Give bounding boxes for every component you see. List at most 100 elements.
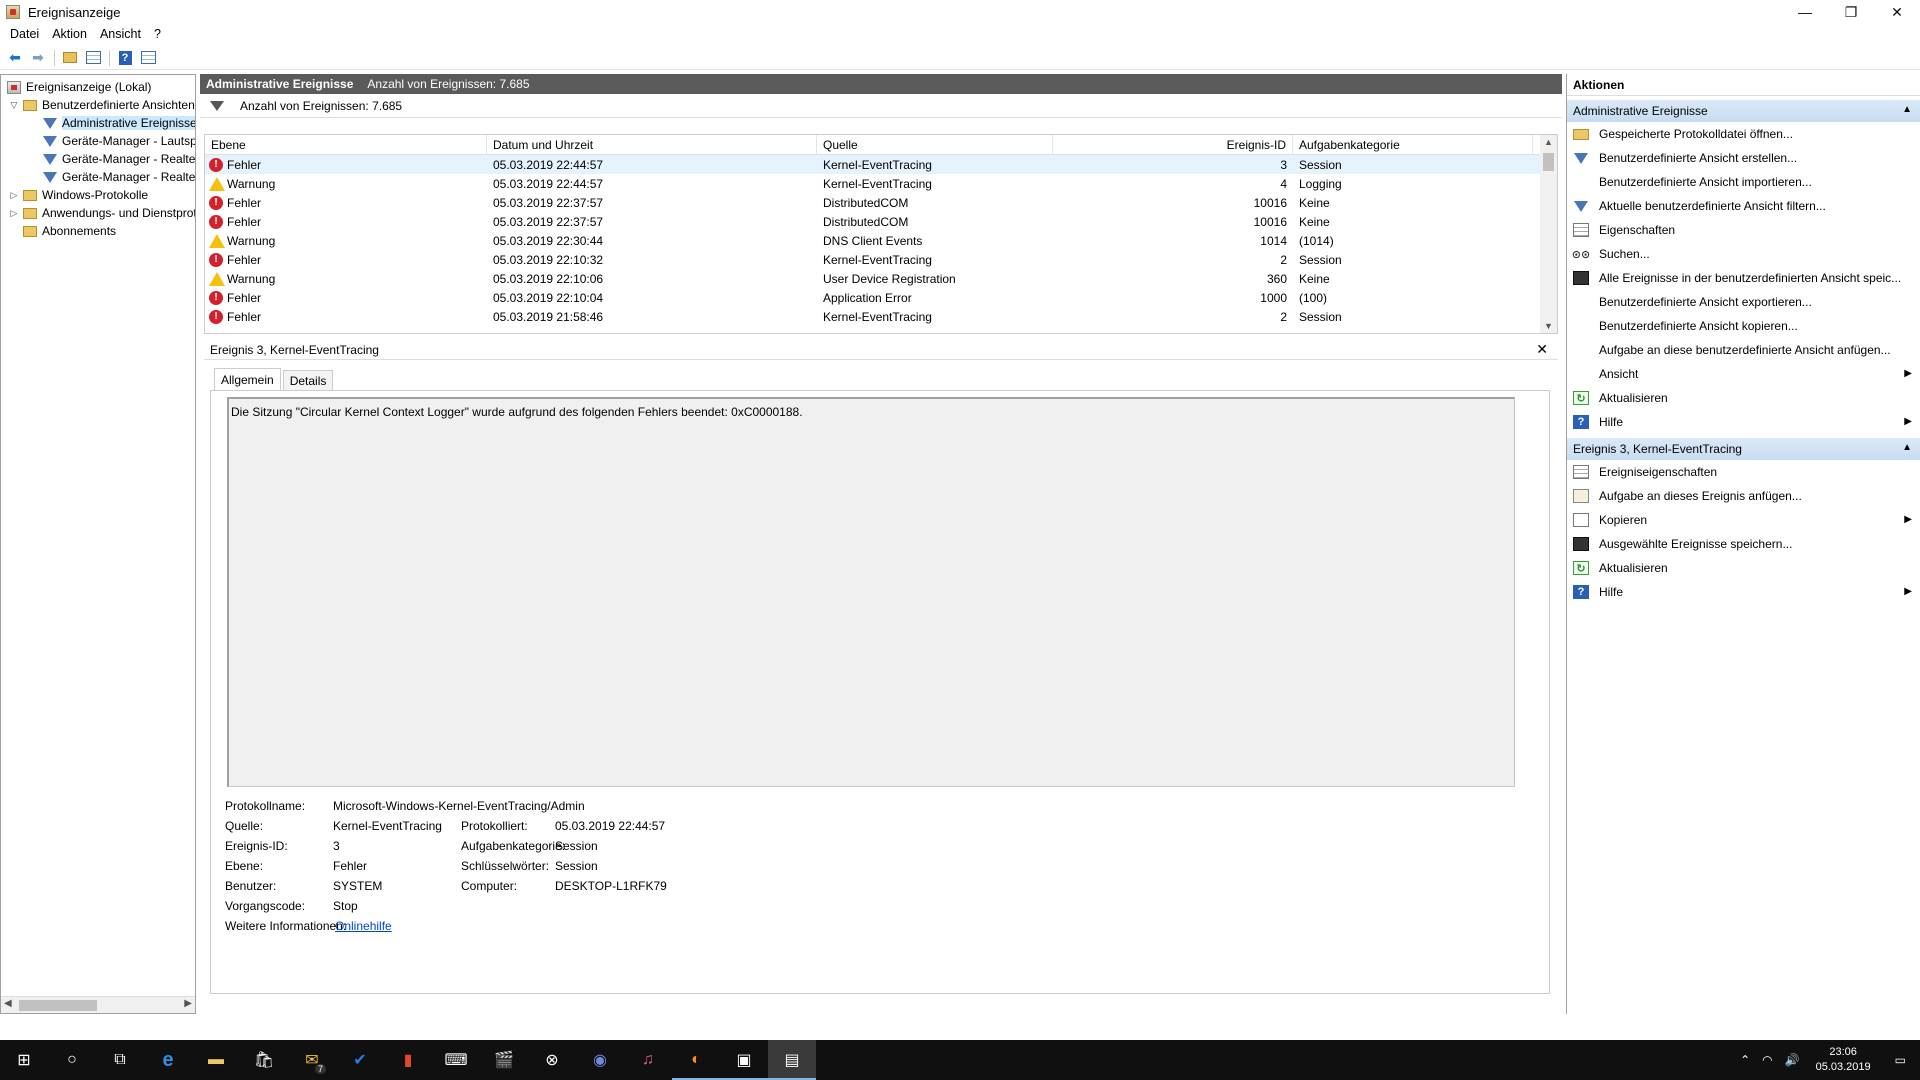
tree-item-subscriptions[interactable]: Abonnements [23, 222, 116, 240]
menu-help[interactable]: ? [148, 27, 168, 41]
task-view-icon[interactable]: ⧉ [96, 1040, 144, 1080]
table-row[interactable]: Warnung 05.03.2019 22:44:57 Kernel-EventTr… [205, 174, 1557, 193]
scroll-right-icon[interactable]: ▶ [184, 998, 192, 1009]
tree-item-device-manager-2[interactable]: Geräte-Manager - Realtek [43, 150, 195, 168]
close-icon[interactable]: ✕ [1536, 341, 1548, 358]
table-row[interactable]: ! Fehler 05.03.2019 22:44:57 Kernel-EventTr… [205, 155, 1557, 174]
tree-item-custom-views[interactable]: ▽ Benutzerdefinierte Ansichten [9, 96, 195, 114]
clock-time: 23:06 [1829, 1046, 1857, 1058]
clock[interactable]: 23:06 05.03.2019 [1806, 1045, 1881, 1075]
actions-section-view[interactable]: Administrative Ereignisse ▲ [1567, 100, 1920, 122]
notification-center-icon[interactable]: ▭ [1881, 1053, 1920, 1067]
mail-icon[interactable]: ✉ 7 [288, 1040, 336, 1080]
forward-arrow-icon[interactable]: ➡ [27, 48, 49, 68]
office-icon[interactable]: ▮ [384, 1040, 432, 1080]
events-vertical-scrollbar[interactable]: ▲ ▼ [1540, 135, 1557, 333]
scroll-down-icon[interactable]: ▼ [1544, 321, 1553, 331]
action-item[interactable]: Gespeicherte Protokolldatei öffnen... [1567, 122, 1920, 146]
windows-start-icon[interactable]: ⊞ [0, 1040, 48, 1080]
tree-item-windows-logs[interactable]: ▷ Windows-Protokolle [9, 186, 149, 204]
scroll-up-icon[interactable]: ▲ [1544, 137, 1553, 147]
folder-up-icon [63, 52, 77, 63]
table-row[interactable]: ! Fehler 05.03.2019 22:37:57 DistributedCOM… [205, 193, 1557, 212]
action-item[interactable]: Ausgewählte Ereignisse speichern... [1567, 532, 1920, 556]
discord-icon[interactable]: ◉ [576, 1040, 624, 1080]
table-row[interactable]: Warnung 05.03.2019 22:30:44 DNS Client Eve… [205, 231, 1557, 250]
show-action-pane-button[interactable] [137, 48, 159, 68]
collapse-caret-icon[interactable]: ▲ [1902, 104, 1912, 115]
action-item[interactable]: ↻ Aktualisieren [1567, 386, 1920, 410]
action-item[interactable]: Kopieren ▶ [1567, 508, 1920, 532]
back-arrow-icon[interactable]: ⬅ [4, 48, 26, 68]
store-icon[interactable]: 🛍 [240, 1040, 288, 1080]
clapperboard-icon[interactable]: 🎬 [480, 1040, 528, 1080]
column-header-source[interactable]: Quelle [817, 135, 1053, 154]
menu-aktion[interactable]: Aktion [46, 27, 94, 41]
music-icon[interactable]: ♫ [624, 1040, 672, 1080]
action-item[interactable]: Aufgabe an dieses Ereignis anfügen... [1567, 484, 1920, 508]
prop-source: Kernel-EventTracing [333, 819, 442, 833]
action-item[interactable]: Aufgabe an diese benutzerdefinierte Ansi… [1567, 338, 1920, 362]
edge-browser-icon[interactable]: e [144, 1040, 192, 1080]
scroll-left-icon[interactable]: ◀ [4, 998, 12, 1009]
minimize-button[interactable]: — [1782, 0, 1828, 24]
show-hide-tree-button[interactable] [82, 48, 104, 68]
tab-allgemein[interactable]: Allgemein [214, 368, 281, 390]
column-header-date[interactable]: Datum und Uhrzeit [487, 135, 817, 154]
online-help-link[interactable]: Onlinehilfe [335, 919, 392, 933]
file-explorer-icon[interactable]: ▬ [192, 1040, 240, 1080]
expand-chevron-icon[interactable]: ▷ [9, 208, 19, 219]
column-header-level[interactable]: Ebene [205, 135, 487, 154]
close-button[interactable]: ✕ [1874, 0, 1920, 24]
restore-button[interactable]: ❐ [1828, 0, 1874, 24]
action-item[interactable]: Eigenschaften [1567, 218, 1920, 242]
scrollbar-thumb[interactable] [19, 1000, 97, 1011]
computer-management-icon[interactable]: ▣ [720, 1040, 768, 1080]
action-item[interactable]: Ereigniseigenschaften [1567, 460, 1920, 484]
action-item[interactable]: ? Hilfe ▶ [1567, 410, 1920, 434]
collapse-chevron-icon[interactable]: ▽ [9, 100, 19, 111]
action-item[interactable]: Benutzerdefinierte Ansicht exportieren..… [1567, 290, 1920, 314]
event-viewer-taskbar-icon[interactable]: ▤ [768, 1040, 816, 1080]
tab-details[interactable]: Details [282, 370, 334, 390]
tree-item-root[interactable]: Ereignisanzeige (Lokal) [7, 78, 151, 96]
action-item[interactable]: ? Hilfe ▶ [1567, 580, 1920, 604]
action-item[interactable]: ⊙⊙ Suchen... [1567, 242, 1920, 266]
action-item[interactable]: Benutzerdefinierte Ansicht importieren..… [1567, 170, 1920, 194]
speaker-icon[interactable]: 🔊 [1779, 1053, 1806, 1067]
action-item[interactable]: ↻ Aktualisieren [1567, 556, 1920, 580]
xbox-icon[interactable]: ⊗ [528, 1040, 576, 1080]
table-row[interactable]: ! Fehler 05.03.2019 22:10:32 Kernel-EventTr… [205, 250, 1557, 269]
tree-item-device-manager-1[interactable]: Geräte-Manager - Lautsprecher [43, 132, 195, 150]
table-row[interactable]: ! Fehler 05.03.2019 21:58:46 Kernel-EventTr… [205, 307, 1557, 326]
todo-checkmark-icon[interactable]: ✔ [336, 1040, 384, 1080]
action-item[interactable]: Alle Ereignisse in der benutzerdefiniert… [1567, 266, 1920, 290]
firefox-icon[interactable]: ◐ [672, 1040, 720, 1080]
scrollbar-thumb[interactable] [1543, 153, 1554, 171]
menu-ansicht[interactable]: Ansicht [94, 27, 148, 41]
action-item[interactable]: Aktuelle benutzerdefinierte Ansicht filt… [1567, 194, 1920, 218]
help-button[interactable]: ? [114, 48, 136, 68]
tree-item-device-manager-3[interactable]: Geräte-Manager - Realtek [43, 168, 195, 186]
table-row[interactable]: ! Fehler 05.03.2019 22:10:04 Application Er… [205, 288, 1557, 307]
table-row[interactable]: Warnung 05.03.2019 22:10:06 User Device Re… [205, 269, 1557, 288]
collapse-caret-icon[interactable]: ▲ [1902, 442, 1912, 453]
chevron-up-icon[interactable]: ⌃ [1734, 1053, 1756, 1067]
action-item[interactable]: Ansicht ▶ [1567, 362, 1920, 386]
column-header-task-category[interactable]: Aufgabenkategorie [1293, 135, 1533, 154]
action-item[interactable]: Benutzerdefinierte Ansicht kopieren... [1567, 314, 1920, 338]
table-row[interactable]: ! Fehler 05.03.2019 22:37:57 DistributedCOM… [205, 212, 1557, 231]
menu-datei[interactable]: Datei [4, 27, 46, 41]
keyboard-icon[interactable]: ⌨ [432, 1040, 480, 1080]
expand-chevron-icon[interactable]: ▷ [9, 190, 19, 201]
actions-section-event[interactable]: Ereignis 3, Kernel-EventTracing ▲ [1567, 438, 1920, 460]
search-circle-icon[interactable]: ○ [48, 1040, 96, 1080]
column-header-event-id[interactable]: Ereignis-ID [1053, 135, 1293, 154]
tree-horizontal-scrollbar[interactable]: ◀ ▶ [1, 996, 195, 1013]
action-item[interactable]: Benutzerdefinierte Ansicht erstellen... [1567, 146, 1920, 170]
up-folder-button[interactable] [59, 48, 81, 68]
tree-item-admin-events[interactable]: Administrative Ereignisse [43, 114, 195, 132]
prop-label: Schlüsselwörter: [461, 859, 550, 873]
tree-item-app-service-logs[interactable]: ▷ Anwendungs- und Dienstprotokolle [9, 204, 195, 222]
wifi-icon[interactable]: ◠ [1756, 1053, 1778, 1067]
